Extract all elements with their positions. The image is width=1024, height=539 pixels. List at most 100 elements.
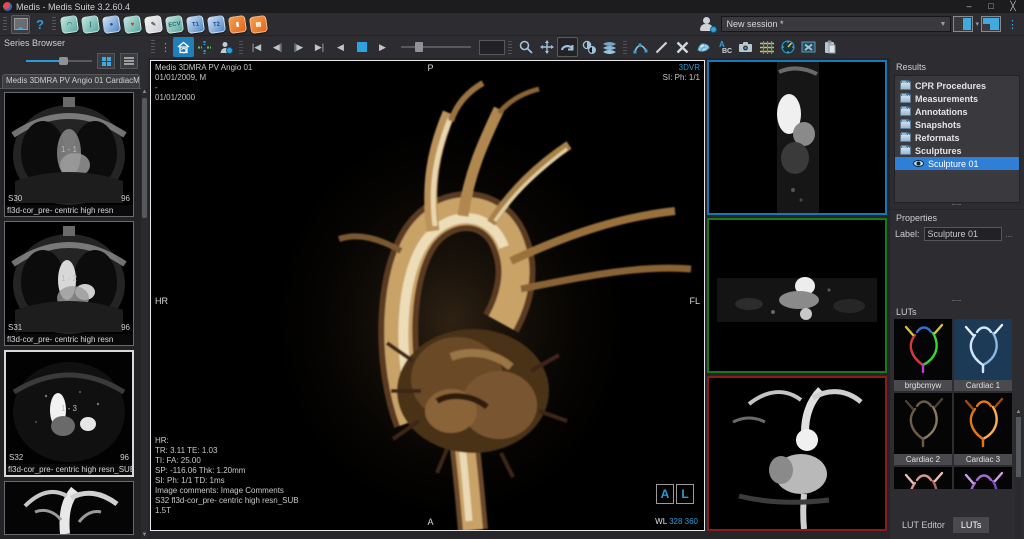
- play-forward-button[interactable]: ▶: [372, 37, 393, 57]
- app-launch-icon-t1[interactable]: T1: [186, 14, 205, 33]
- grid-view-button[interactable]: [97, 53, 115, 69]
- frame-value-box[interactable]: [479, 40, 505, 55]
- pan-arrows-icon: [540, 40, 554, 54]
- ruler-tool-button[interactable]: [651, 37, 672, 57]
- play-reverse-button[interactable]: ◀: [330, 37, 351, 57]
- rotate-icon: [560, 41, 575, 54]
- help-button[interactable]: ?: [31, 17, 49, 32]
- speed-slider[interactable]: [401, 46, 471, 48]
- visibility-eye-icon[interactable]: [913, 160, 924, 167]
- zoom-tool-button[interactable]: [515, 37, 536, 57]
- study-tab[interactable]: Medis 3DMRA PV Angio 01 CardiacM...: [2, 74, 140, 88]
- clipboard-button[interactable]: [819, 37, 840, 57]
- label-input[interactable]: Sculpture 01: [924, 227, 1002, 241]
- stop-button[interactable]: [351, 37, 372, 57]
- overflow-menu-button[interactable]: ⋮: [1003, 18, 1024, 31]
- thumbnail-size-knob[interactable]: [59, 57, 68, 65]
- session-select[interactable]: New session * ▼: [721, 16, 951, 32]
- grid-layout-icon: [760, 41, 774, 54]
- sync-crosshair-button[interactable]: [194, 37, 215, 57]
- last-frame-button[interactable]: ▶|: [309, 37, 330, 57]
- scroll-up-icon[interactable]: ▲: [1015, 408, 1022, 416]
- rotation-dial-button[interactable]: [777, 37, 798, 57]
- tree-item-annotations[interactable]: Annotations: [895, 105, 1019, 118]
- maximize-button[interactable]: □: [980, 1, 1002, 12]
- sculpt-exclude-button[interactable]: [798, 37, 819, 57]
- app-launch-icon-3[interactable]: ●: [102, 14, 121, 33]
- delete-x-icon: [676, 41, 689, 54]
- list-view-button[interactable]: [120, 53, 138, 69]
- close-button[interactable]: ╳: [1002, 1, 1024, 12]
- toolbar-grip[interactable]: [3, 17, 7, 31]
- tree-item-snapshots[interactable]: Snapshots: [895, 118, 1019, 131]
- minimize-button[interactable]: –: [958, 1, 980, 12]
- reset-layout-button[interactable]: [981, 16, 1001, 32]
- tree-item-sculpture-01[interactable]: Sculpture 01: [895, 157, 1019, 170]
- scroll-down-icon[interactable]: ▼: [141, 531, 148, 539]
- reset-view-button[interactable]: [173, 37, 194, 57]
- app-launch-icon-ecv[interactable]: ECV: [165, 14, 184, 33]
- ruler-line-icon: [655, 41, 668, 54]
- app-launch-icon-4[interactable]: ♥: [123, 14, 142, 33]
- series-thumbnail-s32[interactable]: 1 - 3 S32 96 fl3d-cor_pre- centric high …: [4, 350, 134, 477]
- series-thumbnail-s31[interactable]: 1 - 2 S31 96 fl3d-cor_pre- centric high …: [4, 221, 134, 346]
- tools-grip[interactable]: [151, 40, 155, 54]
- series-caption: fl3d-cor_pre- centric high resn: [5, 205, 133, 216]
- lut-cardiac-3[interactable]: Cardiac 3: [954, 393, 1012, 465]
- app-launch-icon-9[interactable]: ▮: [228, 14, 247, 33]
- lut-scrollbar[interactable]: ▲ ▼: [1015, 408, 1022, 539]
- series-scrollbar[interactable]: ▲ ▼: [141, 88, 148, 539]
- coronal-view[interactable]: [707, 376, 887, 531]
- annotation-tool-button[interactable]: ABC: [714, 37, 735, 57]
- text-annotation-icon: ABC: [718, 40, 732, 54]
- pan-tool-button[interactable]: [536, 37, 557, 57]
- delete-tool-button[interactable]: [672, 37, 693, 57]
- window-level-button[interactable]: [578, 37, 599, 57]
- first-frame-button[interactable]: |◀: [246, 37, 267, 57]
- rotate-tool-button[interactable]: [557, 37, 578, 57]
- layout-caret-icon[interactable]: ▾: [975, 20, 979, 28]
- series-thumbnail-partial[interactable]: [4, 481, 134, 535]
- viewer-layout-button[interactable]: [11, 15, 30, 34]
- user-session-icon: [698, 16, 716, 32]
- app-launch-icon-5[interactable]: ✎: [144, 14, 163, 33]
- tree-item-reformats[interactable]: Reformats: [895, 131, 1019, 144]
- annotations-toggle-button[interactable]: A: [656, 484, 674, 504]
- tab-luts[interactable]: LUTs: [953, 517, 990, 533]
- lut-item-5[interactable]: [894, 467, 952, 489]
- lut-cardiac-2[interactable]: Cardiac 2: [894, 393, 952, 465]
- curve-tool-button[interactable]: [630, 37, 651, 57]
- label-more-button[interactable]: ...: [1006, 230, 1013, 239]
- speed-slider-knob[interactable]: [415, 42, 423, 52]
- lut-item-6[interactable]: [954, 467, 1012, 489]
- sculpt-tool-button[interactable]: [693, 37, 714, 57]
- scroll-up-icon[interactable]: ▲: [141, 88, 148, 96]
- layout-grid-button[interactable]: [756, 37, 777, 57]
- app-launch-icon-2[interactable]: ∫: [81, 14, 100, 33]
- previous-frame-button[interactable]: ◀|: [267, 37, 288, 57]
- tree-item-measurements[interactable]: Measurements: [895, 92, 1019, 105]
- scrollbar-thumb[interactable]: [142, 98, 147, 218]
- user-preset-button[interactable]: [215, 37, 236, 57]
- toolbar-grip2[interactable]: [52, 17, 56, 31]
- app-launch-icon-10[interactable]: ▤: [249, 14, 268, 33]
- lut-cardiac-1[interactable]: Cardiac 1: [954, 319, 1012, 391]
- thumbnail-size-slider[interactable]: [26, 60, 92, 62]
- layout-preset-button[interactable]: [953, 16, 973, 32]
- stack-scroll-button[interactable]: [599, 37, 620, 57]
- tree-item-cpr-procedures[interactable]: CPR Procedures: [895, 79, 1019, 92]
- next-frame-button[interactable]: |▶: [288, 37, 309, 57]
- sagittal-view[interactable]: [707, 60, 887, 215]
- snapshot-button[interactable]: [735, 37, 756, 57]
- tab-lut-editor[interactable]: LUT Editor: [894, 517, 953, 533]
- tree-item-sculptures[interactable]: Sculptures: [895, 144, 1019, 157]
- main-3d-viewport[interactable]: Medis 3DMRA PV Angio 01 01/01/2009, M - …: [150, 60, 705, 531]
- series-thumbnail-s30[interactable]: 1 - 1 S30 96 fl3d-cor_pre- centric high …: [4, 92, 134, 217]
- app-launch-icon-t2[interactable]: T2: [207, 14, 226, 33]
- axial-view[interactable]: [707, 218, 887, 373]
- scrollbar-thumb[interactable]: [1016, 417, 1021, 477]
- tools-overflow-button[interactable]: ⋮: [158, 41, 173, 54]
- labels-toggle-button[interactable]: L: [676, 484, 694, 504]
- lut-brgbcmyw[interactable]: brgbcmyw: [894, 319, 952, 391]
- app-launch-icon-1[interactable]: ◠: [60, 14, 79, 33]
